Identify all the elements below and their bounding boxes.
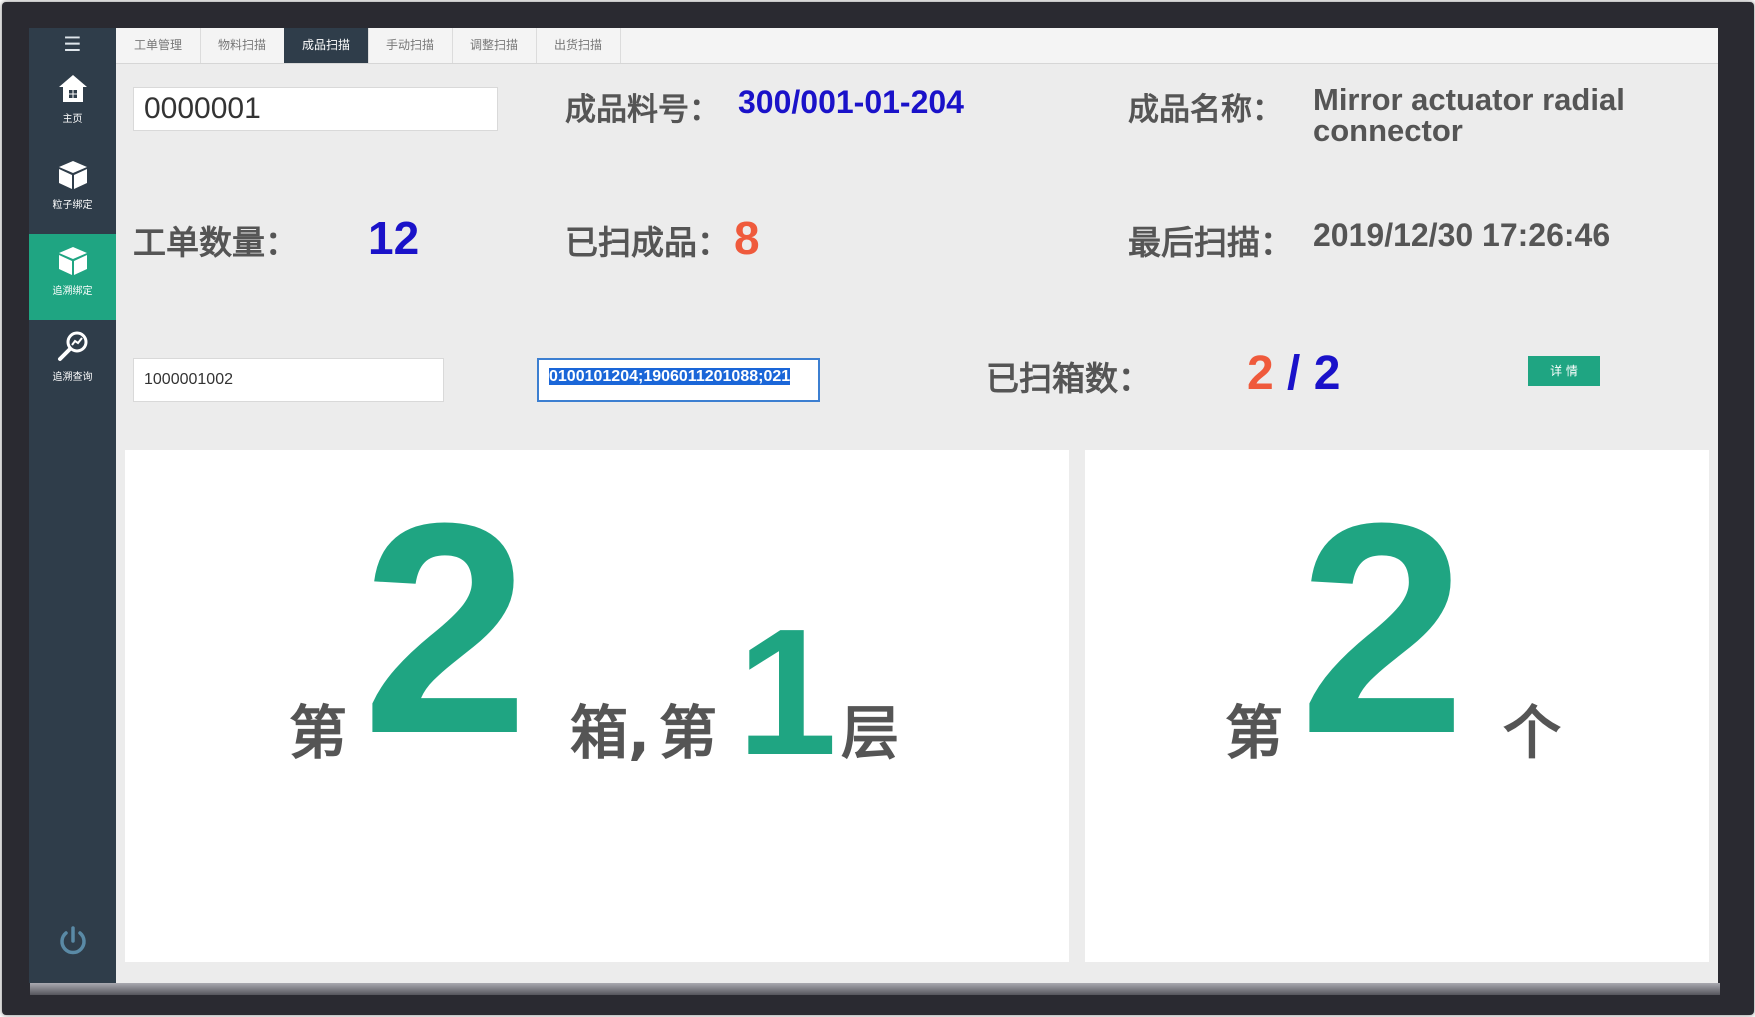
home-icon — [58, 75, 87, 102]
piece-number: 2 — [1299, 460, 1466, 796]
box-number: 2 — [362, 460, 529, 796]
sidebar: ☰ 主页 粒子绑定 追溯绑定 追溯查询 — [29, 28, 116, 983]
box-icon — [58, 161, 87, 189]
last-scan-value: 2019/12/30 17:26:46 — [1313, 217, 1611, 253]
sidebar-item-label: 追溯查询 — [52, 372, 93, 383]
monitor-bezel — [30, 983, 1720, 995]
tab-work-order[interactable]: 工单管理 — [116, 28, 201, 63]
sidebar-item-label: 粒子绑定 — [52, 200, 93, 211]
product-name-line: connector — [1313, 113, 1463, 148]
detail-button[interactable]: 详 情 — [1528, 356, 1600, 386]
layer-prefix-text: 第 — [659, 699, 718, 767]
part-number-value: 300/001-01-204 — [738, 84, 964, 120]
box-icon — [58, 247, 87, 275]
power-button[interactable] — [29, 924, 116, 963]
sidebar-item-trace-query[interactable]: 追溯查询 — [29, 320, 116, 406]
order-quantity-label: 工单数量： — [133, 223, 298, 262]
product-name-value: Mirror actuator radial connector — [1313, 84, 1625, 146]
piece-unit-text: 个 — [1503, 699, 1562, 767]
app-window: ☰ 主页 粒子绑定 追溯绑定 追溯查询 工单管理 物料扫描 成品扫描 手动扫描 … — [29, 28, 1718, 983]
scanned-boxes-count: 2 — [1247, 347, 1274, 400]
part-number-label: 成品料号： — [565, 92, 720, 128]
layer-number: 1 — [737, 592, 838, 793]
order-quantity-value: 12 — [368, 212, 420, 264]
product-name-label: 成品名称： — [1128, 92, 1283, 128]
tab-shipment-scan[interactable]: 出货扫描 — [536, 28, 621, 63]
box-code-input[interactable]: 1000001002 — [133, 358, 444, 402]
box-unit-text: 箱, — [570, 699, 651, 767]
product-name-line: Mirror actuator radial — [1313, 82, 1625, 117]
scanned-boxes-separator: / — [1287, 347, 1301, 400]
tab-product-scan[interactable]: 成品扫描 — [284, 28, 369, 63]
tab-bar: 工单管理 物料扫描 成品扫描 手动扫描 调整扫描 出货扫描 — [116, 28, 1718, 64]
last-scan-label: 最后扫描： — [1128, 223, 1293, 262]
barcode-scan-selected-text: 0100101204;1906011201088;021 — [549, 368, 791, 385]
tab-material-scan[interactable]: 物料扫描 — [200, 28, 285, 63]
scanned-boxes-label: 已扫箱数： — [986, 359, 1151, 398]
hamburger-icon[interactable]: ☰ — [29, 28, 116, 62]
work-order-id-field[interactable]: 0000001 — [133, 87, 498, 131]
barcode-scan-input[interactable]: 0100101204;1906011201088;021 — [537, 358, 820, 402]
box-prefix-text: 第 — [289, 699, 348, 767]
sidebar-item-label: 追溯绑定 — [52, 286, 93, 297]
scanned-boxes-value: 2 / 2 — [1247, 346, 1340, 401]
sidebar-item-label: 主页 — [62, 114, 83, 125]
power-icon — [59, 926, 86, 955]
piece-prefix-text: 第 — [1225, 699, 1284, 767]
sidebar-item-particle-binding[interactable]: 粒子绑定 — [29, 148, 116, 234]
sidebar-item-home[interactable]: 主页 — [29, 62, 116, 148]
scanned-products-value: 8 — [734, 212, 760, 264]
sidebar-item-trace-binding[interactable]: 追溯绑定 — [29, 234, 116, 320]
tab-manual-scan[interactable]: 手动扫描 — [368, 28, 453, 63]
magnifier-chart-icon — [57, 331, 87, 361]
scanned-products-label: 已扫成品： — [565, 223, 730, 262]
tab-adjust-scan[interactable]: 调整扫描 — [452, 28, 537, 63]
scanned-boxes-total: 2 — [1313, 347, 1341, 400]
layer-unit-text: 层 — [841, 699, 900, 767]
